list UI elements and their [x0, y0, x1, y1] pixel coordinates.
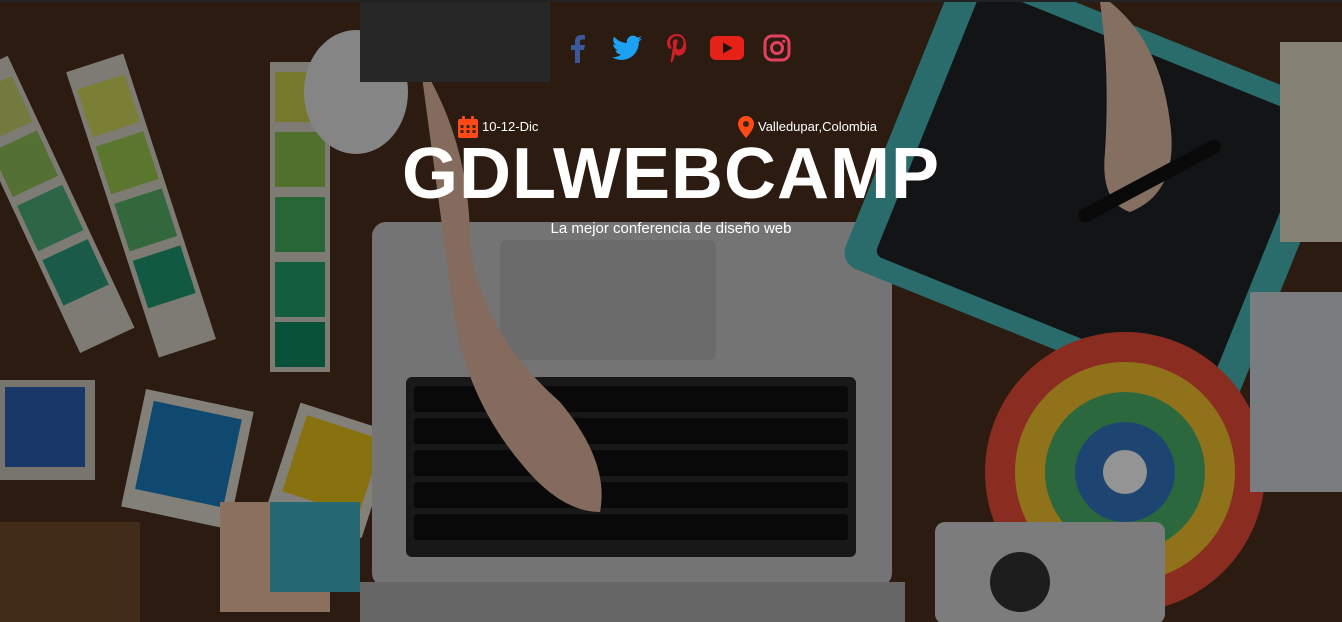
hero-content: 10-12-Dic Valledupar,Colombia GDLWEBCAMP… — [0, 2, 1342, 622]
event-location-text: Valledupar,Colombia — [758, 119, 877, 134]
youtube-link[interactable] — [702, 30, 752, 66]
twitter-icon — [612, 35, 642, 60]
twitter-link[interactable] — [602, 30, 652, 66]
instagram-icon — [763, 34, 791, 62]
site-title: GDLWEBCAMP — [402, 134, 940, 214]
social-links — [552, 30, 802, 66]
hero-section: 10-12-Dic Valledupar,Colombia GDLWEBCAMP… — [0, 0, 1342, 622]
facebook-link[interactable] — [552, 30, 602, 66]
pinterest-link[interactable] — [652, 30, 702, 66]
facebook-icon — [571, 35, 585, 63]
youtube-icon — [710, 36, 744, 60]
site-tagline: La mejor conferencia de diseño web — [550, 220, 792, 237]
instagram-link[interactable] — [752, 30, 802, 66]
pinterest-icon — [667, 34, 687, 63]
event-date-text: 10-12-Dic — [482, 119, 539, 134]
